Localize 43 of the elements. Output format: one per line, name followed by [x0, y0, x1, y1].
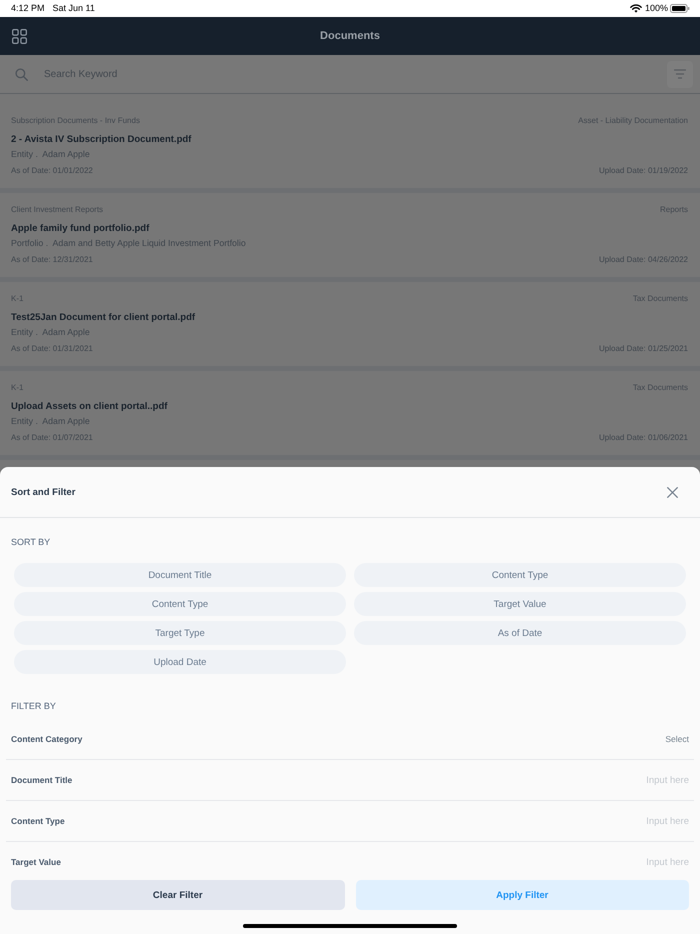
page-title: Documents [320, 29, 380, 43]
grid-icon[interactable] [12, 28, 27, 44]
document-owner: Entity . Adam Apple [11, 326, 91, 338]
filter-label: Target Value [11, 856, 61, 868]
sort-option[interactable]: Document Title [14, 563, 346, 587]
sheet-title: Sort and Filter [11, 486, 76, 498]
sort-option[interactable]: Upload Date [14, 650, 346, 674]
apply-filter-button[interactable]: Apply Filter [356, 880, 689, 910]
upload-date: Upload Date: 01/19/2022 [599, 165, 688, 177]
as-of-date: As of Date: 12/31/2021 [11, 254, 93, 266]
as-of-date: As of Date: 01/31/2021 [11, 343, 93, 355]
filter-label: Document Title [11, 774, 72, 786]
sort-option[interactable]: Content Type [354, 563, 686, 587]
document-owner: Portfolio . Adam and Betty Apple Liquid Investment Portfolio [11, 237, 247, 249]
document-owner: Entity . Adam Apple [11, 415, 91, 427]
section-heading: FILTER BY [11, 700, 56, 712]
as-of-date: As of Date: 01/07/2021 [11, 432, 93, 444]
status-date: Sat Jun 11 [52, 3, 95, 14]
document-owner: Entity . Adam Apple [11, 148, 91, 160]
document-title: Apple family fund portfolio.pdf [11, 222, 150, 235]
filter-label: Content Category [11, 733, 82, 745]
battery-percentage: 100% [644, 3, 668, 14]
clear-filter-button[interactable]: Clear Filter [11, 880, 344, 910]
select-dropdown[interactable]: Select [665, 733, 689, 745]
document-title: 2 - Avista IV Subscription Document.pdf [11, 133, 192, 146]
upload-date: Upload Date: 01/06/2021 [599, 432, 688, 444]
section-heading: SORT BY [11, 536, 50, 548]
sort-option[interactable]: Content Type [14, 592, 346, 616]
document-title: Test25Jan Document for client portal.pdf [11, 311, 196, 324]
upload-date: Upload Date: 04/26/2022 [599, 254, 688, 266]
upload-date: Upload Date: 01/25/2021 [599, 343, 688, 355]
sort-option[interactable]: Target Type [14, 621, 346, 645]
search-icon [15, 68, 28, 80]
sort-option[interactable]: As of Date [354, 621, 686, 645]
filter-label: Content Type [11, 815, 65, 827]
sort-option[interactable]: Target Value [354, 592, 686, 616]
battery-icon [670, 4, 690, 13]
as-of-date: As of Date: 01/01/2022 [11, 165, 93, 177]
status-time: 4:12 PM [11, 3, 45, 14]
document-title: Upload Assets on client portal..pdf [11, 400, 168, 413]
wifi-icon [630, 4, 642, 13]
close-icon [667, 486, 678, 498]
filter-icon [674, 69, 686, 79]
